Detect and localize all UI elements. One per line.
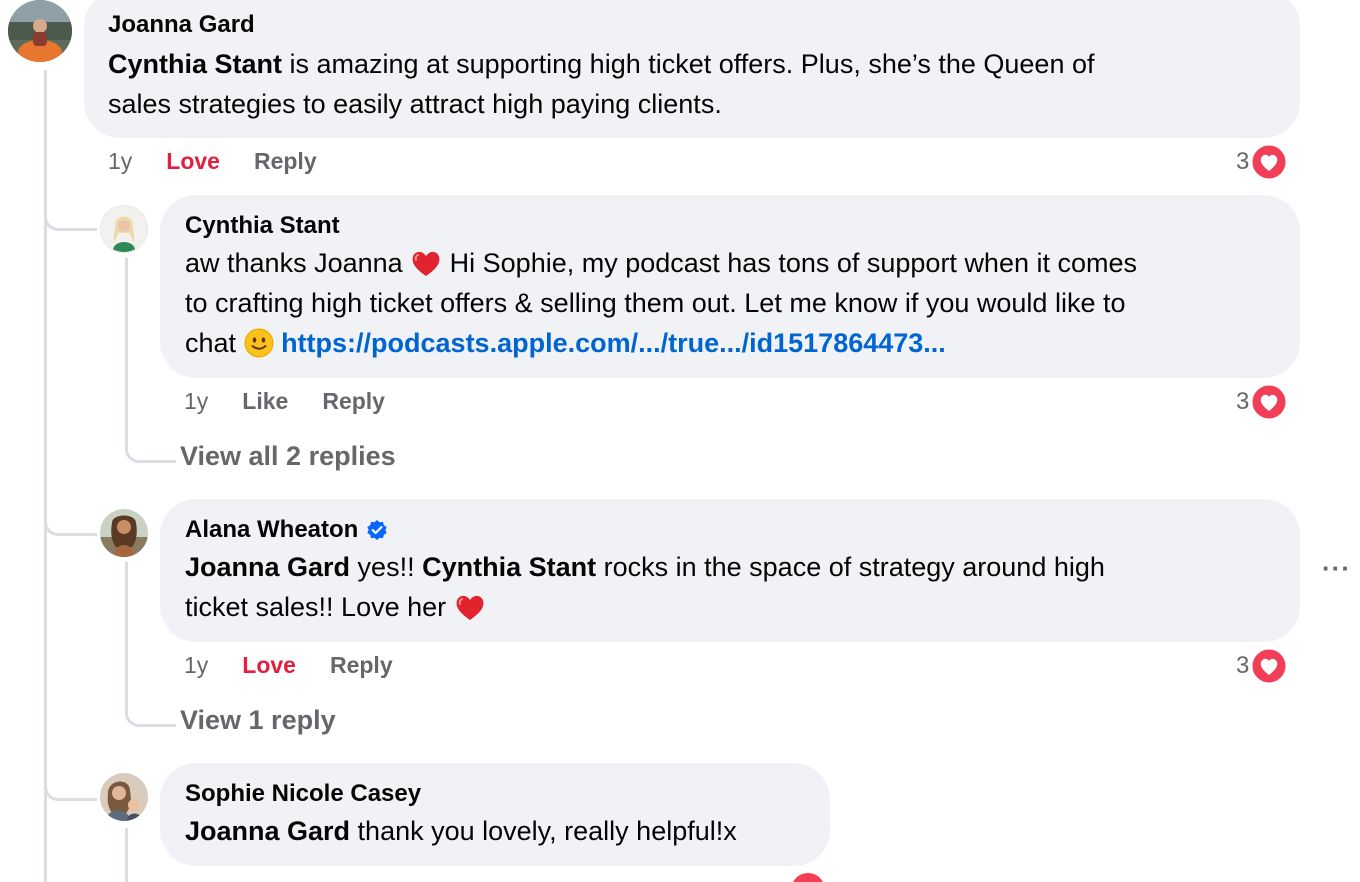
- comment-timestamp[interactable]: 1y: [184, 652, 208, 679]
- comment-text: is amazing at supporting high ticket off…: [282, 49, 1095, 79]
- avatar-cynthia-stant[interactable]: [100, 205, 148, 253]
- thread-connector-cynthia: [44, 190, 97, 231]
- comment-text: to crafting high ticket offers & selling…: [185, 288, 1126, 318]
- comment-body: aw thanks Joanna Hi Sophie, my podcast h…: [185, 243, 1276, 363]
- comment-text: sales strategies to easily attract high …: [108, 89, 722, 119]
- reaction-summary[interactable]: 3: [1236, 144, 1287, 180]
- comment-text: Hi Sophie, my podcast has tons of suppor…: [442, 248, 1138, 278]
- reaction-count: 3: [1236, 652, 1250, 679]
- reply-button[interactable]: Reply: [322, 388, 385, 415]
- thread-connector-alana: [44, 495, 97, 536]
- comment-actions: 1y Love Reply: [108, 148, 317, 175]
- thread-line-sophie: [125, 828, 128, 882]
- love-reaction-icon: [1251, 144, 1287, 180]
- comment-actions: 1y Love Reply: [184, 652, 393, 679]
- thread-connector-sophie: [44, 760, 97, 801]
- love-reaction-icon: [1251, 384, 1287, 420]
- reply-button[interactable]: Reply: [254, 148, 317, 175]
- comment-author[interactable]: Joanna Gard: [108, 10, 1276, 40]
- view-all-replies-link[interactable]: View all 2 replies: [180, 441, 396, 472]
- reaction-count: 3: [1236, 388, 1250, 415]
- love-reaction-icon: [793, 873, 823, 882]
- mention-link[interactable]: Joanna Gard: [185, 816, 350, 846]
- comment-text: thank you lovely, really helpful!x: [350, 816, 737, 846]
- avatar-joanna-gard[interactable]: [8, 0, 72, 62]
- comment-body: Joanna Gard yes!! Cynthia Stant rocks in…: [185, 547, 1276, 627]
- avatar-sophie-nicole-casey[interactable]: [100, 773, 148, 821]
- comment-author[interactable]: Sophie Nicole Casey: [185, 779, 806, 809]
- red-heart-emoji: [456, 595, 484, 620]
- red-heart-emoji: [412, 251, 440, 276]
- comment-actions: 1y Like Reply: [184, 388, 385, 415]
- comment-body: Cynthia Stant is amazing at supporting h…: [108, 44, 1276, 124]
- like-button[interactable]: Like: [242, 388, 288, 415]
- comment-timestamp[interactable]: 1y: [108, 148, 132, 175]
- comment-bubble-sophie: Sophie Nicole Casey Joanna Gard thank yo…: [160, 763, 830, 866]
- comment-author[interactable]: Cynthia Stant: [185, 211, 1276, 241]
- reply-button[interactable]: Reply: [330, 652, 393, 679]
- comment-text: ticket sales!! Love her: [185, 592, 454, 622]
- reaction-summary[interactable]: 3: [1236, 648, 1287, 684]
- love-button[interactable]: Love: [166, 148, 220, 175]
- reaction-count: 3: [1236, 148, 1250, 175]
- avatar-alana-wheaton[interactable]: [100, 509, 148, 557]
- comment-bubble-cynthia: Cynthia Stant aw thanks Joanna Hi Sophie…: [160, 195, 1300, 378]
- comment-author-row: Alana Wheaton: [185, 515, 1276, 545]
- comment-text: aw thanks Joanna: [185, 248, 411, 278]
- reaction-summary[interactable]: 3: [1236, 384, 1287, 420]
- mention-link[interactable]: Joanna Gard: [185, 552, 350, 582]
- comment-timestamp[interactable]: 1y: [184, 388, 208, 415]
- view-one-reply-link[interactable]: View 1 reply: [180, 705, 336, 736]
- comment-thread: Joanna Gard Cynthia Stant is amazing at …: [0, 0, 1360, 882]
- comment-body: Joanna Gard thank you lovely, really hel…: [185, 811, 806, 851]
- comment-bubble-joanna: Joanna Gard Cynthia Stant is amazing at …: [84, 0, 1300, 138]
- mention-link[interactable]: Cynthia Stant: [422, 552, 596, 582]
- comment-text: yes!!: [350, 552, 423, 582]
- verified-badge-icon: [367, 520, 388, 540]
- comment-text: chat: [185, 328, 244, 358]
- love-reaction-icon: [1251, 648, 1287, 684]
- more-options-icon[interactable]: ···: [1322, 553, 1351, 584]
- slightly-smiling-face-emoji: [244, 328, 274, 358]
- mention-link[interactable]: Cynthia Stant: [108, 49, 282, 79]
- comment-text: rocks in the space of strategy around hi…: [596, 552, 1105, 582]
- comment-author[interactable]: Alana Wheaton: [185, 515, 358, 545]
- love-button[interactable]: Love: [242, 652, 296, 679]
- comment-bubble-alana: Alana Wheaton Joanna Gard yes!! Cynthia …: [160, 499, 1300, 642]
- podcast-link[interactable]: https://podcasts.apple.com/.../true.../i…: [281, 328, 946, 358]
